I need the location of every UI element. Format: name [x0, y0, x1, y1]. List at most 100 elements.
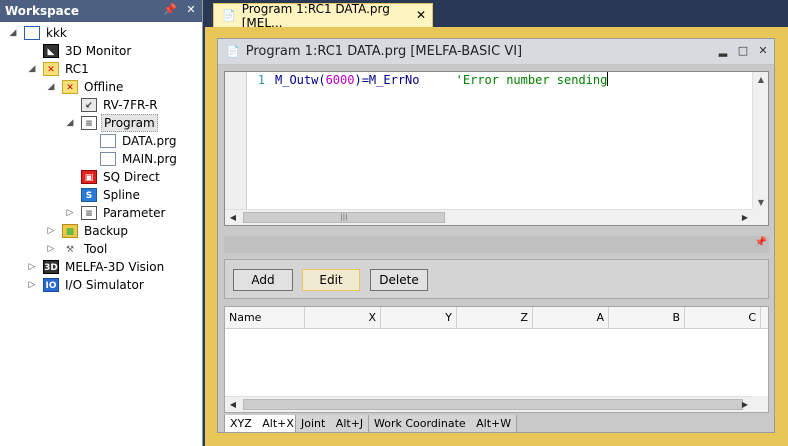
column-header-b[interactable]: B [609, 307, 685, 329]
parameter-icon: ≡ [81, 206, 97, 220]
editor-gutter [225, 72, 247, 211]
tree-item-label: kkk [46, 26, 67, 40]
collapse-arrow-icon[interactable]: ◢ [46, 78, 56, 96]
collapse-arrow-icon[interactable]: ◢ [65, 114, 75, 132]
collapse-arrow-icon[interactable]: ◢ [27, 60, 37, 78]
position-panel-header: 📌 [224, 236, 769, 253]
program-window-titlebar: 📄 Program 1:RC1 DATA.prg [MELFA-BASIC VI… [218, 39, 774, 65]
sq-direct-icon: ▣ [81, 170, 97, 184]
tree-item-label: Backup [84, 224, 128, 238]
io-simulator-icon: IO [43, 278, 59, 292]
coordinate-tab-2[interactable]: Work Coordinate Alt+W [368, 415, 518, 433]
tree-item-parameter[interactable]: ▷ ≡ Parameter [0, 204, 202, 222]
line-number: 1 [247, 72, 269, 211]
coordinate-tab-0[interactable]: XYZ Alt+X [224, 415, 300, 433]
tree-item-offline[interactable]: ◢ ✕ Offline [0, 78, 202, 96]
project-icon [24, 26, 40, 40]
position-toolbar: Add Edit Delete [224, 259, 769, 299]
edit-button[interactable]: Edit [302, 269, 360, 291]
collapse-arrow-icon[interactable]: ◢ [8, 24, 18, 42]
workspace-header: Workspace 📌 ✕ [0, 0, 202, 22]
pin-icon[interactable]: 📌 [163, 3, 177, 16]
tree-item-rv-7fr-r[interactable]: ↙ RV-7FR-R [0, 96, 202, 114]
scroll-corner [752, 209, 768, 225]
tree-item-melfa-3d-vision[interactable]: ▷ 3D MELFA-3D Vision [0, 258, 202, 276]
file-icon [100, 134, 116, 148]
tree-item-kkk[interactable]: ◢ kkk [0, 24, 202, 42]
text-caret [607, 72, 609, 86]
maximize-icon[interactable]: □ [736, 44, 750, 58]
expand-arrow-icon[interactable]: ▷ [46, 222, 56, 240]
position-grid[interactable]: Name X Y Z A B C ◀ ▶ [224, 306, 769, 413]
tree-item-label: Offline [84, 80, 124, 94]
scroll-left-icon[interactable]: ◀ [225, 210, 241, 226]
coordinate-tab-1[interactable]: Joint Alt+J [295, 415, 370, 433]
workspace-tree: ◢ kkk ◣ 3D Monitor ◢ ✕ RC1 ◢ ✕ Offline ↙ RV-7FR-R ◢ ≡… [0, 22, 202, 294]
delete-button[interactable]: Delete [370, 269, 428, 291]
expand-arrow-icon[interactable]: ▷ [46, 240, 56, 258]
tree-item-label: Spline [103, 188, 140, 202]
tree-item-i-o-simulator[interactable]: ▷ IO I/O Simulator [0, 276, 202, 294]
tree-item-label: DATA.prg [122, 134, 177, 148]
document-tab-icon: 📄 [222, 9, 236, 22]
program-window: 📄 Program 1:RC1 DATA.prg [MELFA-BASIC VI… [217, 38, 775, 433]
tree-item-3d-monitor[interactable]: ◣ 3D Monitor [0, 42, 202, 60]
add-button[interactable]: Add [233, 269, 293, 291]
scroll-up-icon[interactable]: ▲ [753, 72, 769, 88]
backup-icon: ■ [62, 224, 78, 238]
program-icon: ≡ [81, 116, 97, 130]
document-area: 📄 Program 1:RC1 DATA.prg [MEL... ✕ 📄 Pro… [205, 0, 788, 446]
panel-pin-icon[interactable]: 📌 [755, 237, 767, 248]
offline-icon: ✕ [62, 80, 78, 94]
document-tab[interactable]: 📄 Program 1:RC1 DATA.prg [MEL... ✕ [213, 2, 433, 30]
grid-horizontal-scrollbar[interactable]: ◀ ▶ [225, 396, 753, 412]
editor-hscroll-thumb[interactable]: ||| [243, 212, 445, 223]
grid-scroll-corner [752, 396, 768, 412]
grid-scroll-left-icon[interactable]: ◀ [225, 397, 241, 413]
tree-item-sq-direct[interactable]: ▣ SQ Direct [0, 168, 202, 186]
tree-item-backup[interactable]: ▷ ■ Backup [0, 222, 202, 240]
expand-arrow-icon[interactable]: ▷ [65, 204, 75, 222]
tree-item-main-prg[interactable]: MAIN.prg [0, 150, 202, 168]
close-window-icon[interactable]: ✕ [756, 44, 770, 58]
expand-arrow-icon[interactable]: ▷ [27, 258, 37, 276]
editor-horizontal-scrollbar[interactable]: ◀ ||| ▶ [225, 209, 753, 225]
expand-arrow-icon[interactable]: ▷ [27, 276, 37, 294]
tree-item-tool[interactable]: ▷ ⚒ Tool [0, 240, 202, 258]
file-icon [100, 152, 116, 166]
grid-hscroll-thumb[interactable] [243, 399, 743, 410]
scroll-right-icon[interactable]: ▶ [737, 210, 753, 226]
tree-item-data-prg[interactable]: DATA.prg [0, 132, 202, 150]
close-tab-icon[interactable]: ✕ [416, 8, 426, 22]
tree-item-spline[interactable]: S Spline [0, 186, 202, 204]
tree-item-label: Parameter [103, 206, 166, 220]
robot-controller-icon: ✕ [43, 62, 59, 76]
program-window-icon: 📄 [226, 45, 240, 58]
minimize-icon[interactable]: ▂ [716, 44, 730, 58]
document-frame: 📄 Program 1:RC1 DATA.prg [MELFA-BASIC VI… [205, 27, 788, 446]
spline-icon: S [81, 188, 97, 202]
coordinate-tabs: XYZ Alt+X Joint Alt+J Work Coordinate Alt+… [224, 415, 769, 433]
workspace-title: Workspace [5, 4, 80, 18]
tree-item-label: 3D Monitor [65, 44, 132, 58]
tree-item-label: MAIN.prg [122, 152, 177, 166]
monitor-3d-icon: ◣ [43, 44, 59, 58]
code-line[interactable]: M_Outw(6000)=M_ErrNo 'Error number sendi… [275, 72, 609, 88]
column-header-y[interactable]: Y [381, 307, 457, 329]
close-panel-icon[interactable]: ✕ [184, 3, 198, 16]
code-editor[interactable]: 1 M_Outw(6000)=M_ErrNo 'Error number sen… [224, 71, 769, 226]
workspace-panel: Workspace 📌 ✕ ◢ kkk ◣ 3D Monitor ◢ ✕ RC1 ◢ ✕ Offl… [0, 0, 203, 446]
tree-item-label: MELFA-3D Vision [65, 260, 165, 274]
column-header-a[interactable]: A [533, 307, 609, 329]
grid-scroll-right-icon[interactable]: ▶ [737, 397, 753, 413]
column-header-c[interactable]: C [685, 307, 761, 329]
column-header-z[interactable]: Z [457, 307, 533, 329]
column-header-x[interactable]: X [305, 307, 381, 329]
program-window-title: Program 1:RC1 DATA.prg [MELFA-BASIC VI] [245, 44, 523, 59]
column-header-name[interactable]: Name [225, 307, 305, 329]
vision-3d-icon: 3D [43, 260, 59, 274]
editor-vertical-scrollbar[interactable]: ▲ ▼ [752, 72, 768, 211]
tree-item-program[interactable]: ◢ ≡ Program [0, 114, 202, 132]
tree-item-rc1[interactable]: ◢ ✕ RC1 [0, 60, 202, 78]
tree-item-label: RC1 [65, 62, 89, 76]
